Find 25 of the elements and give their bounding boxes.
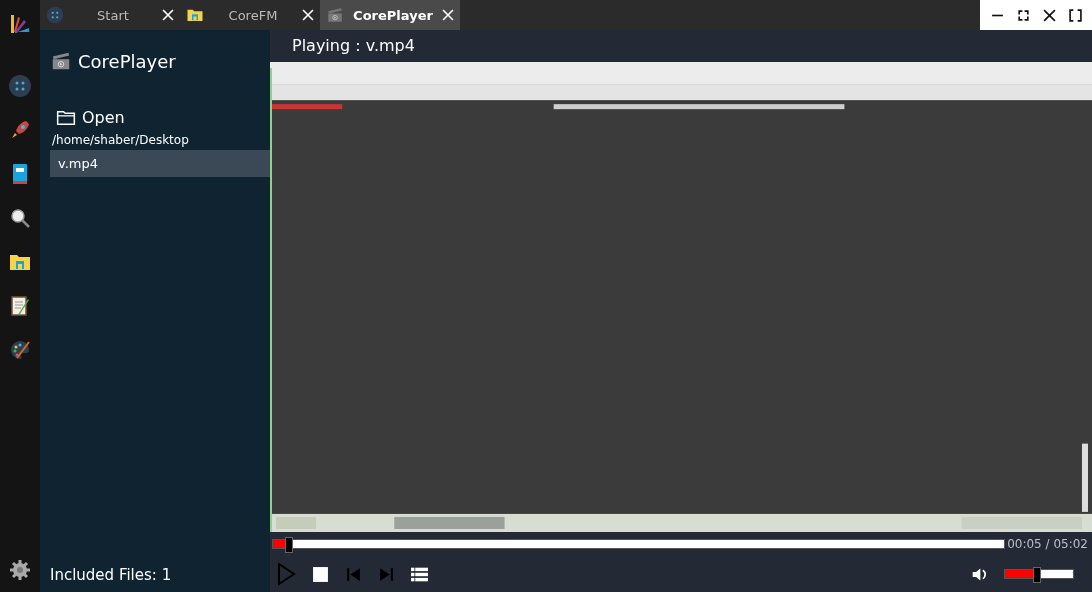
open-button[interactable]: Open	[50, 108, 131, 127]
app-title: CorePlayer	[78, 50, 176, 72]
apps-icon	[46, 6, 64, 24]
tab[interactable]: CoreFM	[180, 0, 320, 30]
file-count: Included Files: 1	[50, 566, 173, 584]
app-logo-icon[interactable]	[8, 12, 32, 36]
apps-icon[interactable]	[8, 74, 32, 98]
tab[interactable]: Start	[40, 0, 180, 30]
time-display: 00:05 / 05:02	[1007, 537, 1089, 551]
close-icon[interactable]	[1042, 8, 1056, 22]
now-playing-title: Playing : v.mp4	[291, 35, 416, 57]
folder-path: /home/shaber/Desktop	[51, 133, 190, 147]
file-item[interactable]: v.mp4	[50, 150, 270, 177]
clapperboard-icon	[50, 50, 72, 72]
maximize-icon[interactable]	[1016, 8, 1030, 22]
settings-icon[interactable]	[8, 558, 32, 582]
clapperboard-icon	[326, 6, 344, 24]
search-icon[interactable]	[8, 206, 32, 230]
tab[interactable]: CorePlayer	[320, 0, 460, 30]
fullscreen-icon[interactable]	[1068, 8, 1082, 22]
stop-icon[interactable]	[312, 565, 329, 583]
palette-icon[interactable]	[8, 338, 32, 362]
notepad-icon[interactable]	[8, 294, 32, 318]
playlist-icon[interactable]	[411, 565, 428, 583]
folder-icon	[56, 109, 76, 126]
